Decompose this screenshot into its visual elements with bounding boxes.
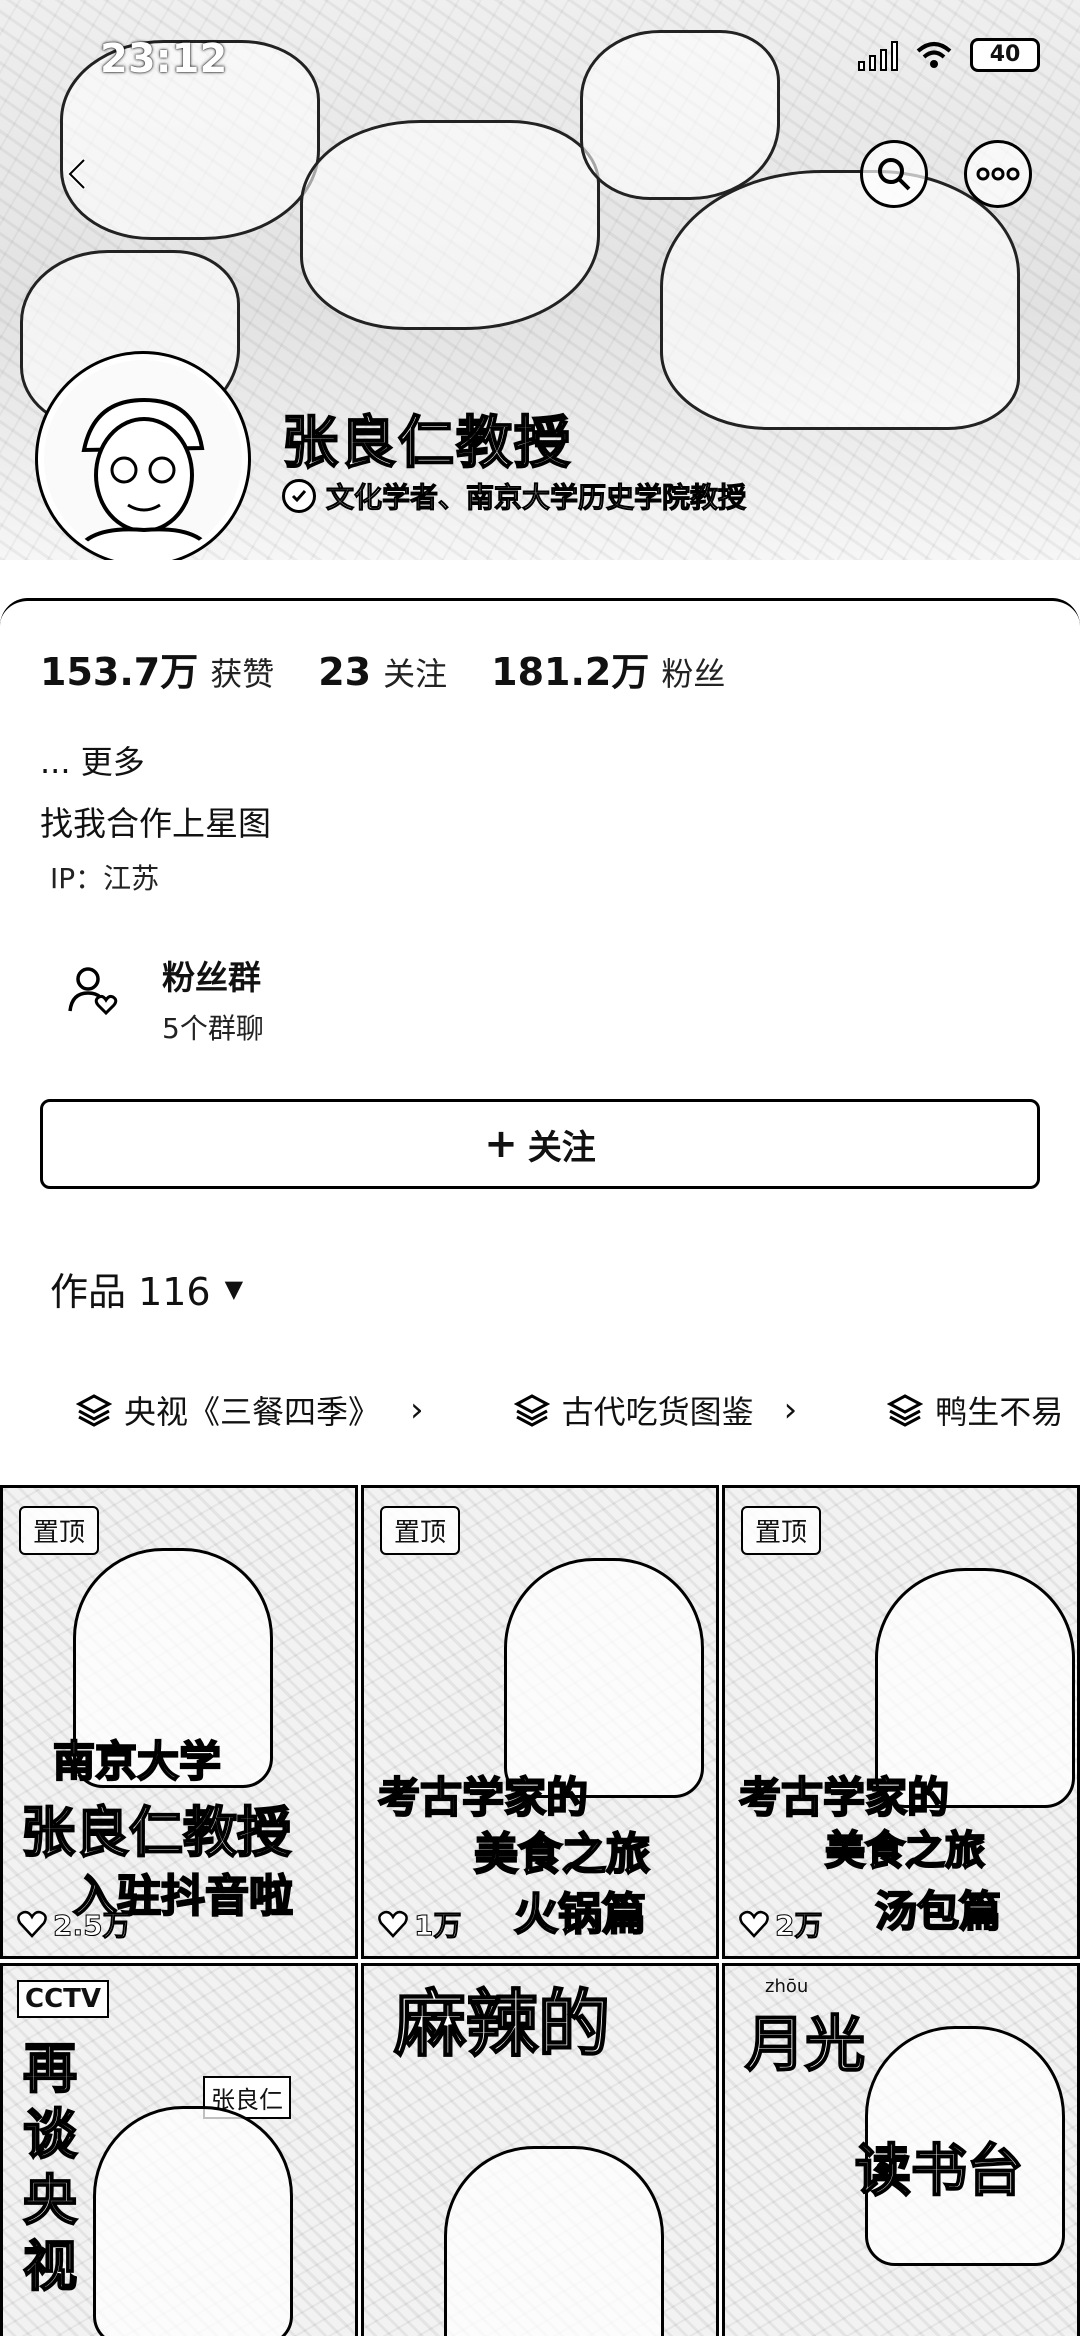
fans-group-count: 5个群聊 bbox=[162, 1012, 264, 1045]
back-button[interactable] bbox=[44, 140, 112, 208]
collection-label: 古代吃货图鉴 bbox=[561, 1393, 754, 1431]
verification-line: 文化学者、南京大学历史学院教授 bbox=[282, 476, 747, 516]
ip-location: IP：江苏 bbox=[50, 862, 160, 895]
collection-item[interactable]: 古代吃货图鉴 › bbox=[513, 1387, 798, 1433]
like-count-value: 2.5万 bbox=[53, 1909, 132, 1943]
channel-logo: CCTV bbox=[17, 1980, 110, 2018]
works-tab[interactable]: 作品 116 ▼ bbox=[50, 1261, 243, 1316]
heart-icon bbox=[378, 1910, 408, 1938]
video-caption-line: 月光 bbox=[744, 2009, 866, 2081]
status-icons: 40 bbox=[858, 38, 1040, 72]
chevron-right-icon: › bbox=[783, 1390, 798, 1430]
like-count: 2.5万 bbox=[17, 1904, 131, 1944]
video-caption-line: 美食之旅 bbox=[824, 1827, 986, 1875]
like-count-value: 1万 bbox=[413, 1909, 462, 1943]
profile-card: 153.7万 获赞 23 关注 181.2万 粉丝 ... 更多 找我合作上星图… bbox=[0, 598, 1080, 2336]
video-caption-vertical: 再谈央视 bbox=[22, 2036, 78, 2299]
caret-down-icon: ▼ bbox=[224, 1274, 244, 1303]
status-bar: 23:12 40 bbox=[0, 0, 1080, 120]
banner-person-figure bbox=[660, 170, 1020, 430]
collection-label: 鸭生不易 bbox=[935, 1393, 1064, 1431]
fans-group-title: 粉丝群 bbox=[162, 958, 261, 997]
follow-label: 关注 bbox=[527, 1127, 596, 1168]
video-caption-line: 读书台 bbox=[854, 2138, 1024, 2205]
pinned-badge: 置顶 bbox=[741, 1506, 822, 1555]
pinyin-annotation: zhōu bbox=[765, 1976, 809, 1997]
pinned-badge: 置顶 bbox=[380, 1506, 461, 1555]
like-count-value: 2万 bbox=[774, 1909, 823, 1943]
collection-item[interactable]: 鸭生不易 bbox=[887, 1387, 1063, 1433]
layers-icon bbox=[513, 1394, 550, 1427]
back-icon bbox=[66, 158, 86, 190]
fans-group-entry[interactable]: 粉丝群 5个群聊 bbox=[40, 941, 640, 1051]
profile-name: 张良仁教授 bbox=[281, 410, 572, 477]
video-thumbnail[interactable]: CCTV 张良仁 再谈央视 bbox=[0, 1963, 358, 2336]
heart-icon bbox=[17, 1910, 47, 1938]
collections-row: 央视《三餐四季》 › 古代吃货图鉴 › 鸭生不易 bbox=[76, 1387, 1063, 1433]
bio-text: 找我合作上星图 bbox=[40, 804, 271, 843]
video-thumbnail[interactable]: 置顶 考古学家的 美食之旅 火锅篇 1万 bbox=[361, 1485, 719, 1959]
more-button[interactable] bbox=[964, 140, 1032, 208]
video-person-figure bbox=[444, 2146, 664, 2336]
search-icon bbox=[878, 158, 911, 191]
works-label: 作品 116 bbox=[50, 1270, 211, 1314]
video-thumbnail[interactable]: 置顶 考古学家的 美食之旅 汤包篇 2万 bbox=[722, 1485, 1080, 1959]
video-caption-line: 汤包篇 bbox=[874, 1886, 1002, 1937]
video-caption-handwritten: 麻辣的 bbox=[393, 1982, 611, 2066]
follow-button[interactable]: + 关注 bbox=[40, 1099, 1040, 1189]
profile-banner: 23:12 40 张良仁教授 文化学者、南京大学历史学院教授 bbox=[0, 0, 1080, 560]
plus-icon: + bbox=[484, 1121, 518, 1167]
avatar-portrait bbox=[72, 397, 216, 558]
wifi-icon bbox=[916, 42, 952, 68]
video-thumbnail[interactable]: 麻辣的 bbox=[361, 1963, 719, 2336]
heart-icon bbox=[739, 1910, 769, 1938]
like-count: 1万 bbox=[378, 1904, 462, 1944]
video-person-figure bbox=[504, 1558, 704, 1798]
video-caption-line: 考古学家的 bbox=[377, 1772, 589, 1823]
video-caption-line: 南京大学 bbox=[52, 1736, 222, 1787]
stat-followers[interactable]: 181.2万 粉丝 bbox=[491, 641, 725, 696]
status-time: 23:12 bbox=[100, 36, 228, 82]
stat-following[interactable]: 23 关注 bbox=[318, 649, 447, 695]
video-caption-line: 美食之旅 bbox=[473, 1828, 651, 1881]
stats-row: 153.7万 获赞 23 关注 181.2万 粉丝 bbox=[40, 641, 725, 696]
signal-icon bbox=[858, 39, 898, 71]
stat-label: 粉丝 bbox=[661, 655, 726, 693]
stat-value: 153.7万 bbox=[40, 650, 199, 694]
video-person-figure bbox=[93, 2106, 293, 2336]
stat-value: 181.2万 bbox=[491, 650, 650, 694]
chevron-right-icon: › bbox=[410, 1390, 424, 1430]
verified-icon bbox=[282, 479, 316, 513]
battery-icon: 40 bbox=[970, 38, 1040, 72]
more-icon bbox=[976, 167, 1020, 181]
video-thumbnail[interactable]: zhōu 月光 读书台 bbox=[722, 1963, 1080, 2336]
verification-text: 文化学者、南京大学历史学院教授 bbox=[325, 481, 747, 515]
fans-group-icon bbox=[68, 967, 118, 1016]
stat-label: 获赞 bbox=[210, 655, 275, 693]
video-caption-line: 张良仁教授 bbox=[20, 1800, 292, 1865]
video-thumbnail[interactable]: 置顶 南京大学 张良仁教授 入驻抖音啦 2.5万 bbox=[0, 1485, 358, 1959]
stat-likes[interactable]: 153.7万 获赞 bbox=[40, 641, 274, 696]
pinned-badge: 置顶 bbox=[19, 1506, 100, 1555]
collection-label: 央视《三餐四季》 bbox=[124, 1393, 381, 1431]
banner-rock bbox=[300, 120, 600, 330]
stat-label: 关注 bbox=[383, 655, 448, 693]
video-grid: 置顶 南京大学 张良仁教授 入驻抖音啦 2.5万 置顶 考古学家的 美食之旅 火… bbox=[0, 1485, 1080, 2336]
like-count: 2万 bbox=[739, 1904, 823, 1944]
avatar[interactable] bbox=[38, 354, 248, 560]
video-caption-line: 火锅篇 bbox=[513, 1888, 647, 1941]
layers-icon bbox=[76, 1394, 112, 1427]
bio-more-link[interactable]: ... 更多 bbox=[40, 737, 145, 783]
stat-value: 23 bbox=[318, 650, 372, 694]
video-caption-line: 考古学家的 bbox=[738, 1772, 950, 1823]
collection-item[interactable]: 央视《三餐四季》 › bbox=[76, 1387, 424, 1433]
search-button[interactable] bbox=[860, 140, 928, 208]
layers-icon bbox=[887, 1394, 924, 1427]
